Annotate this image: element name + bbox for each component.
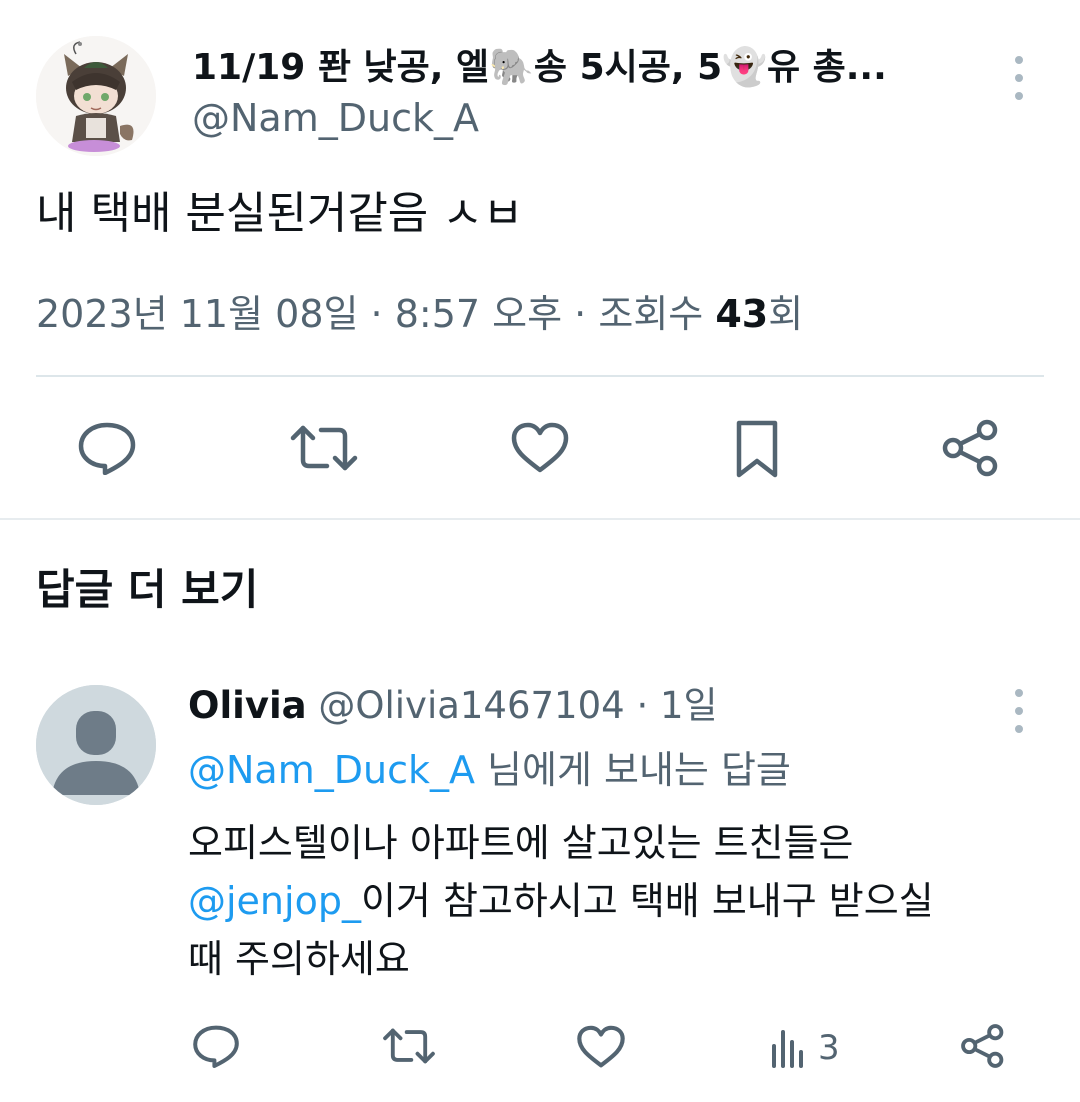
reply-text-line: @jenjop_이거 참고하시고 택배 보내구 받으실 xyxy=(188,872,1048,930)
tweet-date[interactable]: 2023년 11월 08일 xyxy=(36,292,358,336)
bookmark-icon xyxy=(736,420,778,478)
views-count[interactable]: 43 xyxy=(715,292,768,336)
reply-reply-button[interactable] xyxy=(190,1022,242,1070)
more-replies-heading: 답글 더 보기 xyxy=(36,565,259,614)
reply-author-name[interactable]: Olivia xyxy=(188,684,307,727)
author-handle[interactable]: @Nam_Duck_A xyxy=(192,94,479,142)
reply-like-button[interactable] xyxy=(574,1024,628,1070)
like-icon xyxy=(577,1025,625,1068)
reply-text-segment: 이거 참고하시고 택배 보내구 받으실 xyxy=(360,879,934,923)
reply-more-options-icon[interactable] xyxy=(1009,689,1029,733)
share-button[interactable] xyxy=(940,418,1002,478)
reply-views-button[interactable]: 3 xyxy=(768,1026,858,1070)
like-button[interactable] xyxy=(508,420,572,476)
share-icon xyxy=(942,419,998,477)
reply-retweet-button[interactable] xyxy=(380,1024,438,1068)
reply-icon xyxy=(193,1025,239,1068)
divider xyxy=(36,375,1044,377)
tweet-time[interactable]: 8:57 오후 xyxy=(395,292,562,336)
reply-button[interactable] xyxy=(74,420,140,476)
share-icon xyxy=(961,1024,1004,1068)
meta-separator: · xyxy=(370,292,383,336)
reply-text-line: 오피스텔이나 아파트에 살고있는 트친들은 xyxy=(188,821,854,865)
reply-share-button[interactable] xyxy=(958,1022,1008,1070)
more-options-icon[interactable] xyxy=(1009,56,1029,100)
retweet-icon xyxy=(290,425,358,471)
replying-to: @Nam_Duck_A 님에게 보내는 답글 xyxy=(188,744,791,796)
bookmark-button[interactable] xyxy=(730,418,784,480)
views-label: 조회수 xyxy=(598,292,704,336)
reply-time[interactable]: 1일 xyxy=(660,684,718,727)
reply-author-handle[interactable]: @Olivia1467104 xyxy=(318,684,624,727)
retweet-icon xyxy=(383,1028,435,1064)
mention-link[interactable]: @jenjop_ xyxy=(188,879,361,923)
reply-icon xyxy=(78,422,136,475)
reply-text-line: 때 주의하세요 xyxy=(188,937,410,981)
reply-author-avatar[interactable] xyxy=(36,685,156,805)
meta-separator: · xyxy=(574,292,587,336)
tweet-detail-page: 11/19 퐌 낮공, 엘🐘송 5시공, 5👻유 총... @Nam_Duck_… xyxy=(0,0,1080,1102)
retweet-button[interactable] xyxy=(288,420,360,476)
views-icon xyxy=(772,1030,803,1068)
reply-separator: · xyxy=(636,684,649,727)
tweet-meta: 2023년 11월 08일 · 8:57 오후 · 조회수 43회 xyxy=(36,288,803,340)
replying-to-handle[interactable]: @Nam_Duck_A xyxy=(188,748,475,792)
views-suffix: 회 xyxy=(768,292,804,336)
like-icon xyxy=(511,422,569,473)
tweet-text: 내 택배 분실된거같음 ㅅㅂ xyxy=(36,188,524,239)
reply-text: 오피스텔이나 아파트에 살고있는 트친들은 @jenjop_이거 참고하시고 택… xyxy=(188,814,1048,988)
author-avatar[interactable] xyxy=(36,36,156,156)
author-display-name[interactable]: 11/19 퐌 낮공, 엘🐘송 5시공, 5👻유 총... xyxy=(192,44,962,92)
reply-header: Olivia @Olivia1467104 · 1일 xyxy=(188,680,718,732)
replying-to-suffix: 님에게 보내는 답글 xyxy=(474,748,791,792)
section-divider xyxy=(0,518,1080,520)
reply-views-count: 3 xyxy=(818,1028,840,1068)
